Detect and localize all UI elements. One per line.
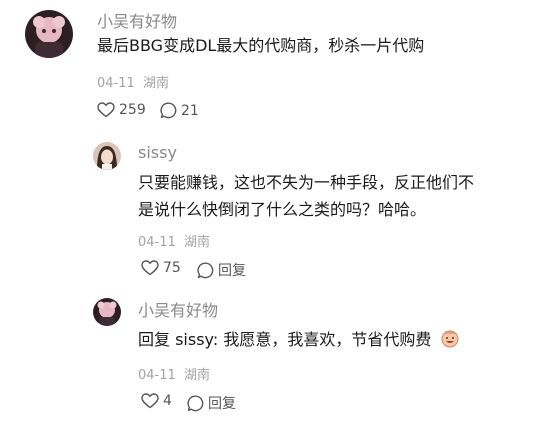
speech-bubble-icon [197, 261, 214, 278]
reply-meta: 04-11 湖南 [138, 364, 210, 383]
speech-bubble-icon [160, 102, 177, 119]
reply: sissy 只要能赚钱，这也不失为一种手段，反正他们不是说什么快倒闭了什么之类的… [0, 135, 541, 285]
user-avatar-image [93, 298, 121, 326]
user-avatar-image [25, 10, 73, 58]
comment: 小吴有好物 最后BBG变成DL最大的代购商，秒杀一片代购 04-11 湖南 25… [0, 0, 541, 135]
comment-meta: 04-11 湖南 [97, 72, 169, 91]
heart-outline-icon [141, 393, 159, 409]
heart-outline-icon [141, 260, 159, 276]
reply-to-prefix: 回复 sissy: [138, 330, 224, 349]
like-count: 259 [119, 102, 146, 118]
username[interactable]: 小吴有好物 [138, 297, 218, 321]
comment-location: 湖南 [143, 76, 170, 91]
reply-date: 04-11 [138, 368, 176, 383]
reply-text: 回复 sissy: 我愿意，我喜欢，节省代购费 [138, 326, 518, 353]
reply-location: 湖南 [184, 235, 211, 250]
user-avatar-image [93, 142, 121, 170]
avatar[interactable] [93, 298, 121, 326]
like-count: 75 [163, 260, 181, 276]
like-button[interactable]: 4 [141, 393, 172, 409]
reply-button[interactable]: 回复 [197, 260, 246, 280]
reply-button[interactable]: 回复 [187, 393, 236, 413]
reply-button[interactable]: 21 [160, 102, 199, 119]
reply-location: 湖南 [184, 368, 211, 383]
like-button[interactable]: 75 [141, 260, 181, 276]
like-count: 4 [163, 393, 172, 409]
reply-label: 回复 [208, 396, 236, 412]
avatar[interactable] [25, 10, 73, 58]
reply-body: 我愿意，我喜欢，节省代购费 [223, 330, 432, 349]
like-button[interactable]: 259 [97, 102, 146, 118]
username[interactable]: sissy [138, 143, 177, 162]
username[interactable]: 小吴有好物 [97, 8, 177, 32]
grinning-face-emoji [441, 330, 459, 348]
reply-label: 回复 [218, 263, 246, 279]
reply-date: 04-11 [138, 235, 176, 250]
reply: 小吴有好物 回复 sissy: 我愿意，我喜欢，节省代购费 04-11 湖南 4… [0, 285, 541, 425]
speech-bubble-icon [187, 394, 204, 411]
avatar[interactable] [93, 142, 121, 170]
reply-meta: 04-11 湖南 [138, 231, 210, 250]
comment-text: 最后BBG变成DL最大的代购商，秒杀一片代购 [97, 36, 425, 55]
heart-outline-icon [97, 102, 115, 118]
comment-date: 04-11 [97, 76, 135, 91]
reply-count: 21 [181, 102, 199, 119]
reply-text: 只要能赚钱，这也不失为一种手段，反正他们不是说什么快倒闭了什么之类的吗？哈哈。 [138, 173, 475, 219]
